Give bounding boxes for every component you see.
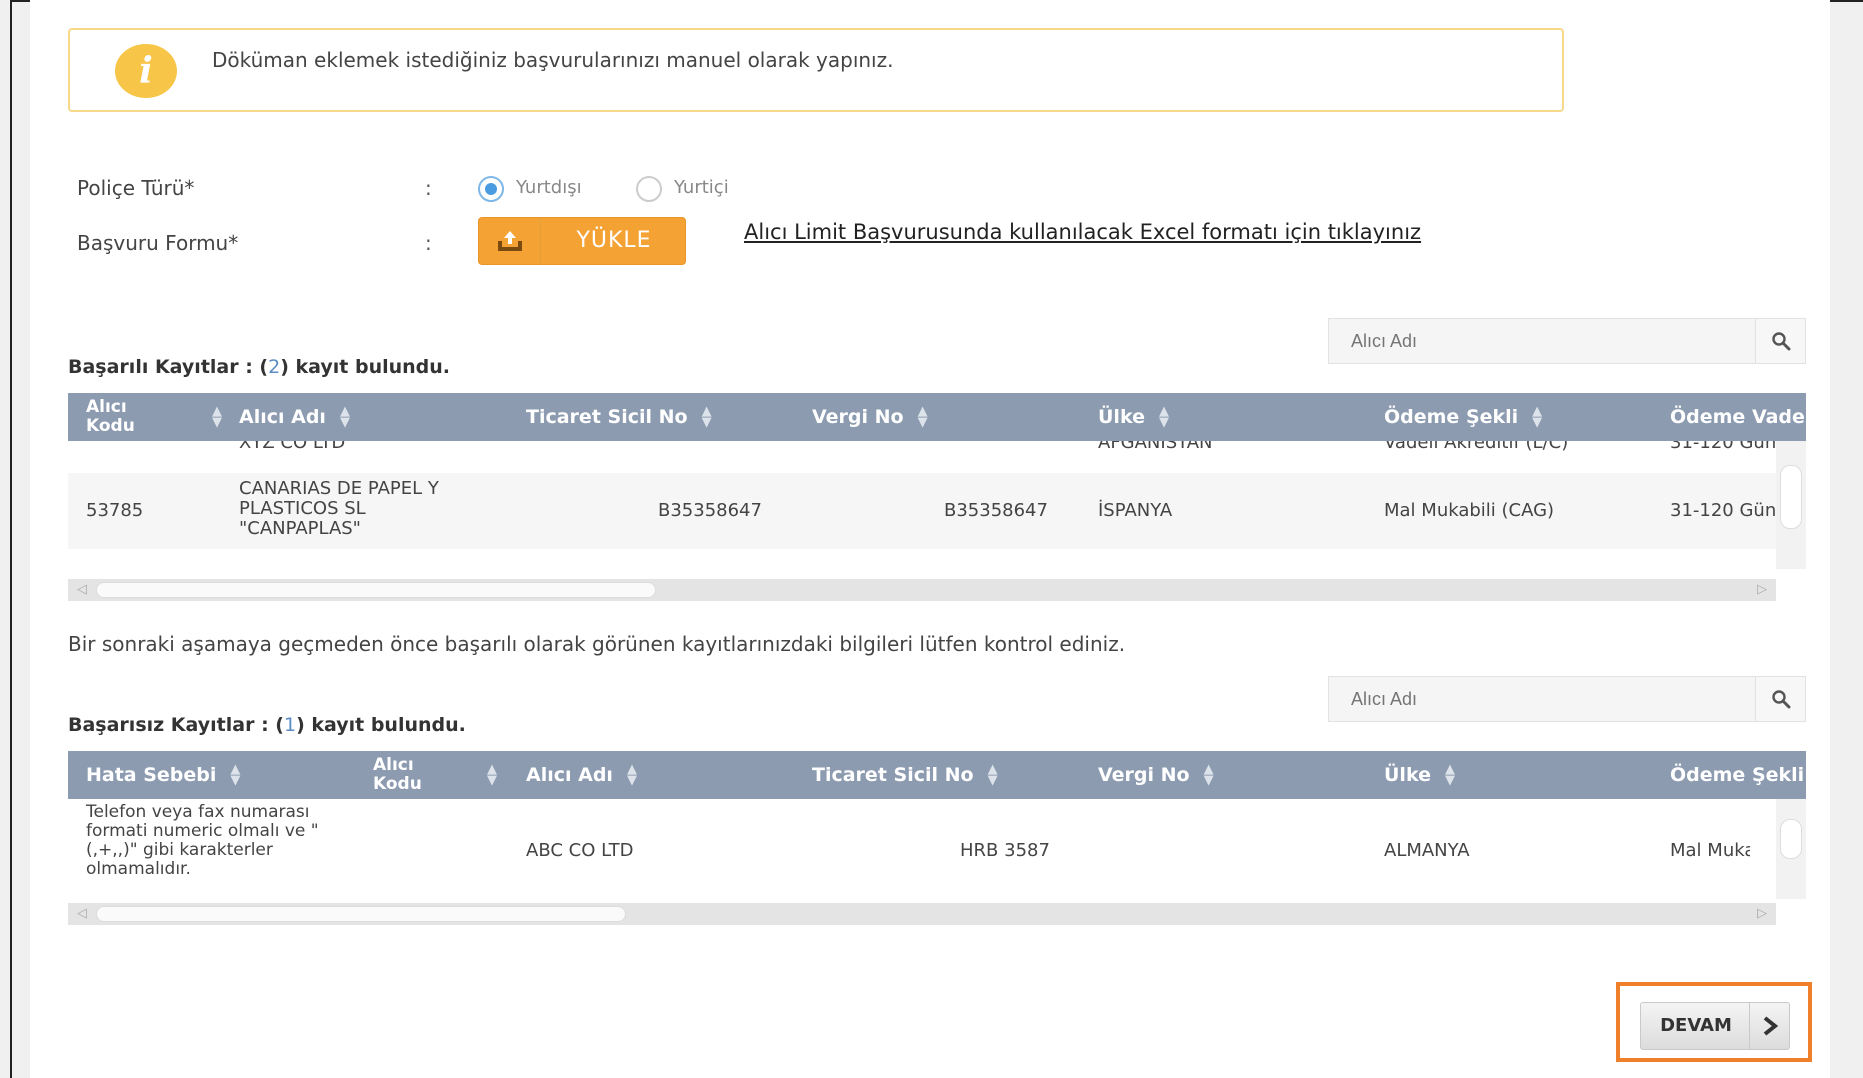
cell-ulke: ALMANYA: [1384, 840, 1470, 861]
colon: :: [425, 176, 432, 200]
cell-odeme-sekli: Mal Mukabili: [1670, 841, 1750, 861]
radio-yurtici[interactable]: [636, 176, 662, 202]
police-type-label: Poliçe Türü*: [77, 176, 195, 200]
scroll-right-icon[interactable]: ▷: [1748, 579, 1776, 601]
table-row[interactable]: XYZ CO LTD AFGANISTAN Vadeli Akreditif (…: [68, 441, 1776, 467]
search-icon: [1771, 332, 1790, 351]
scroll-right-icon[interactable]: ▷: [1748, 903, 1776, 925]
scroll-thumb[interactable]: [96, 582, 656, 598]
col-ulke[interactable]: Ülke ▲ ▼: [1384, 751, 1455, 799]
cell-odeme-vade: 31-120 Gün: [1670, 500, 1776, 521]
cell-odeme-sekli: Mal Mukabili (CAG): [1384, 500, 1555, 521]
vertical-scrollbar[interactable]: [1776, 441, 1806, 569]
scroll-thumb[interactable]: [1780, 819, 1802, 859]
grid-header: Hata Sebebi ▲ ▼ Alıcı Kodu ▲ ▼ Alıcı Adı ▲ ▼ T…: [68, 751, 1806, 799]
radio-yurtdisi-label[interactable]: Yurtdışı: [516, 177, 582, 198]
devam-button-label: DEVAM: [1660, 1015, 1732, 1036]
col-ulke[interactable]: Ülke ▲ ▼: [1098, 393, 1169, 441]
check-note: Bir sonraki aşamaya geçmeden önce başarı…: [68, 632, 1126, 656]
cell-alici-adi: XYZ CO LTD: [239, 441, 346, 453]
cell-odeme-vade: 31-120 Gün: [1670, 441, 1776, 453]
col-alici-adi[interactable]: Alıcı Adı ▲ ▼: [239, 393, 350, 441]
colon: :: [425, 231, 432, 255]
upload-icon: [479, 218, 541, 264]
search-icon: [1771, 690, 1790, 709]
cell-alici-adi: CANARIAS DE PAPEL Y PLASTICOS SL "CANPAP…: [239, 478, 439, 539]
chevron-right-icon: [1749, 1003, 1789, 1049]
info-icon: i: [115, 44, 177, 98]
cell-odeme-sekli: Vadeli Akreditif (L/C): [1384, 441, 1569, 453]
horizontal-scrollbar[interactable]: ◁ ▷: [68, 903, 1776, 925]
search-button[interactable]: [1755, 319, 1805, 363]
grid-header: Alıcı Kodu ▲ ▼ Alıcı Adı ▲ ▼ Ticaret Sicil N…: [68, 393, 1806, 441]
successful-records-title: Başarılı Kayıtlar : (2) kayıt bulundu.: [68, 356, 451, 378]
col-odeme-sekli[interactable]: Ödeme Şekli: [1670, 751, 1804, 799]
radio-yurtici-label[interactable]: Yurtiçi: [674, 177, 729, 198]
application-form-label: Başvuru Formu*: [77, 231, 239, 255]
vertical-scrollbar[interactable]: [1776, 799, 1806, 899]
search-button[interactable]: [1755, 677, 1805, 721]
excel-format-link[interactable]: Alıcı Limit Başvurusunda kullanılacak Ex…: [744, 220, 1421, 244]
info-text: Döküman eklemek istediğiniz başvuruların…: [212, 48, 894, 72]
col-hata-sebebi[interactable]: Hata Sebebi ▲ ▼: [86, 751, 240, 799]
cell-vergi-no: B35358647: [944, 500, 1048, 521]
failed-grid: Hata Sebebi ▲ ▼ Alıcı Kodu ▲ ▼ Alıcı Adı ▲ ▼ T…: [68, 751, 1806, 931]
radio-yurtdisi[interactable]: [478, 176, 504, 202]
successful-search: [1328, 318, 1806, 364]
cell-hata-sebebi: Telefon veya fax numarası formati numeri…: [86, 802, 319, 879]
cell-ticaret-sicil-no: HRB 3587: [960, 840, 1050, 861]
horizontal-scrollbar[interactable]: ◁ ▷: [68, 579, 1776, 601]
cell-alici-kodu: 53785: [86, 500, 144, 521]
scroll-left-icon[interactable]: ◁: [68, 903, 96, 925]
info-alert: i Döküman eklemek istediğiniz başvurular…: [68, 28, 1564, 112]
cell-ulke: AFGANISTAN: [1098, 441, 1213, 453]
table-row[interactable]: 53785 CANARIAS DE PAPEL Y PLASTICOS SL "…: [68, 473, 1776, 549]
col-odeme-vade[interactable]: Ödeme Vade: [1670, 393, 1805, 441]
failed-count: 1: [283, 714, 297, 736]
cell-alici-adi: ABC CO LTD: [526, 840, 634, 861]
scroll-left-icon[interactable]: ◁: [68, 579, 96, 601]
devam-button[interactable]: DEVAM: [1640, 1002, 1790, 1050]
col-alici-kodu[interactable]: Alıcı Kodu ▲ ▼: [373, 751, 497, 799]
col-alici-adi[interactable]: Alıcı Adı ▲ ▼: [526, 751, 637, 799]
successful-search-input[interactable]: [1329, 319, 1749, 363]
successful-count: 2: [268, 356, 281, 378]
upload-button-label: YÜKLE: [576, 228, 652, 253]
col-vergi-no[interactable]: Vergi No ▲ ▼: [1098, 751, 1214, 799]
failed-records-title: Başarısız Kayıtlar : (1) kayıt bulundu.: [68, 714, 466, 736]
failed-search-input[interactable]: [1329, 677, 1749, 721]
col-odeme-sekli[interactable]: Ödeme Şekli ▲ ▼: [1384, 393, 1542, 441]
failed-search: [1328, 676, 1806, 722]
successful-grid: Alıcı Kodu ▲ ▼ Alıcı Adı ▲ ▼ Ticaret Sicil N…: [68, 393, 1806, 605]
upload-button[interactable]: YÜKLE: [478, 217, 686, 265]
scroll-thumb[interactable]: [1780, 465, 1802, 529]
col-vergi-no[interactable]: Vergi No ▲ ▼: [812, 393, 928, 441]
cell-ticaret-sicil-no: B35358647: [658, 500, 762, 521]
table-row[interactable]: Telefon veya fax numarası formati numeri…: [68, 799, 1776, 899]
col-ticaret-sicil-no[interactable]: Ticaret Sicil No ▲ ▼: [526, 393, 712, 441]
scroll-thumb[interactable]: [96, 906, 626, 922]
col-ticaret-sicil-no[interactable]: Ticaret Sicil No ▲ ▼: [812, 751, 998, 799]
col-alici-kodu[interactable]: Alıcı Kodu ▲ ▼: [86, 393, 222, 441]
cell-ulke: İSPANYA: [1098, 500, 1173, 521]
